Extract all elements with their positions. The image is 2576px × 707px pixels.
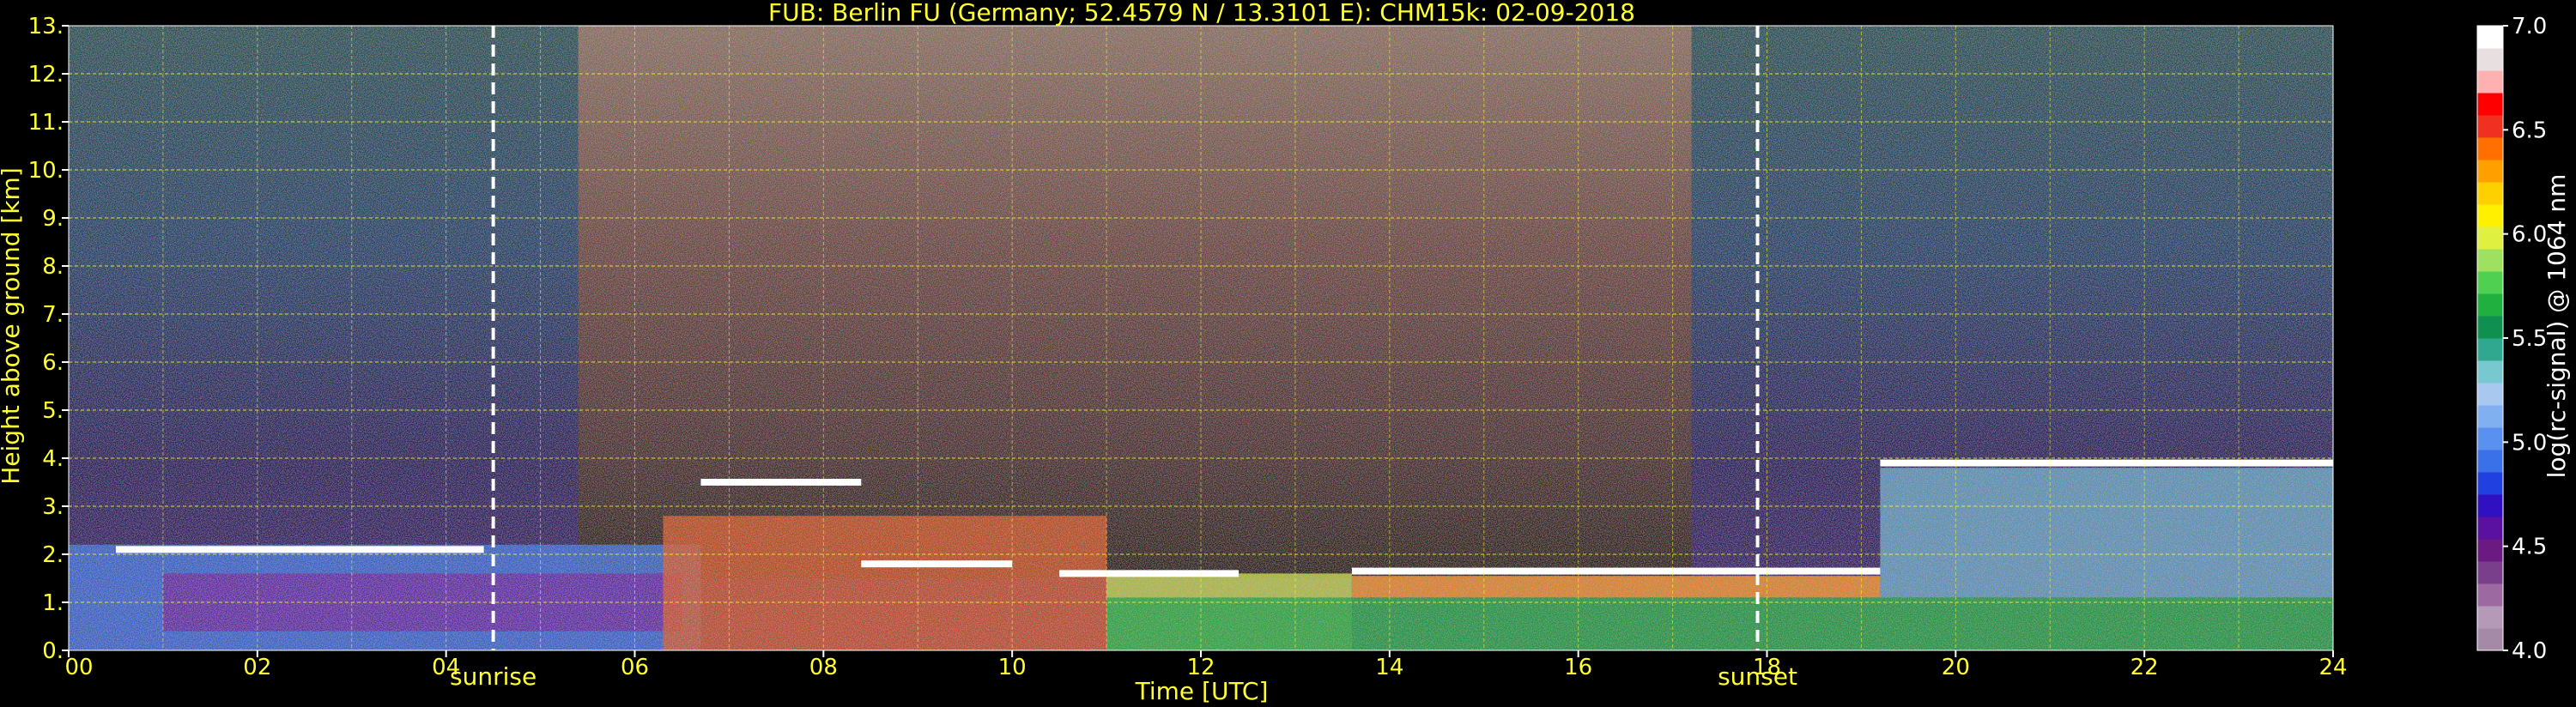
y-tick-label: 11. <box>28 110 64 136</box>
colorbar-label: log(rc-signal) @ 1064 nm <box>2543 174 2571 479</box>
colorbar-swatch <box>2477 227 2503 250</box>
colorbar-swatch <box>2477 70 2503 94</box>
x-tick-label: 04 <box>432 655 460 680</box>
colorbar-swatch <box>2477 606 2503 629</box>
y-tick-label: 3. <box>42 494 64 520</box>
cloud-base-layer <box>115 546 484 553</box>
x-tick-label: 00 <box>64 655 93 680</box>
colorbar: 4.04.55.05.56.06.57.0 <box>2476 14 2547 664</box>
x-tick-label: 02 <box>243 655 271 680</box>
cloud-base-layer <box>1059 570 1239 577</box>
colorbar-swatch <box>2477 271 2503 294</box>
colorbar-swatch <box>2477 628 2503 651</box>
sunrise-label: sunrise <box>450 662 536 691</box>
y-tick-label: 0. <box>42 638 64 664</box>
x-axis-ticks: 00 02 04 06 08 10 12 14 16 18 20 22 24 <box>64 650 2348 680</box>
y-tick-label: 12. <box>28 62 64 88</box>
y-axis-ticks: 0. 1. 2. 3. 4. 5. 6. 7. 8. 9. 10. 11. 12. 13. <box>28 14 69 664</box>
x-tick-label: 16 <box>1564 655 1592 680</box>
colorbar-swatch <box>2477 137 2503 160</box>
x-tick-label: 06 <box>621 655 649 680</box>
y-tick-label: 2. <box>42 542 64 568</box>
colorbar-swatch <box>2477 48 2503 71</box>
colorbar-swatch <box>2477 204 2503 227</box>
colorbar-tick-label: 6.5 <box>2512 118 2547 143</box>
y-tick-label: 8. <box>42 254 64 280</box>
lidar-backscatter-chart: sunrise sunset 0. 1. 2. 3. 4. 5. 6. 7. 8. 9. 10. 11.… <box>0 0 2571 705</box>
colorbar-swatch <box>2477 93 2503 116</box>
x-tick-label: 10 <box>998 655 1027 680</box>
y-tick-label: 6. <box>42 350 64 376</box>
plot-area: sunrise sunset <box>68 25 2334 691</box>
y-tick-label: 10. <box>28 158 64 184</box>
x-tick-label: 18 <box>1753 655 1781 680</box>
colorbar-swatch <box>2477 115 2503 138</box>
y-axis-label: Height above ground [km] <box>0 167 25 485</box>
cloud-base-layer <box>700 479 862 486</box>
colorbar-swatch <box>2477 160 2503 183</box>
y-tick-label: 9. <box>42 206 64 232</box>
colorbar-swatch <box>2477 583 2503 607</box>
colorbar-swatch <box>2477 427 2503 450</box>
cloud-base-layer <box>861 560 1013 568</box>
x-tick-label: 08 <box>809 655 838 680</box>
x-tick-label: 14 <box>1375 655 1403 680</box>
y-tick-label: 4. <box>42 446 64 472</box>
cloud-base-layer <box>1880 459 2333 467</box>
y-tick-label: 7. <box>42 302 64 328</box>
colorbar-swatch <box>2477 249 2503 272</box>
colorbar-tick-label: 7.0 <box>2512 14 2547 39</box>
colorbar-swatch <box>2477 539 2503 562</box>
y-tick-label: 5. <box>42 398 64 424</box>
x-tick-label: 20 <box>1942 655 1970 680</box>
x-axis-label: Time [UTC] <box>1135 677 1269 705</box>
colorbar-tick-label: 4.0 <box>2512 638 2547 664</box>
y-tick-label: 1. <box>42 590 64 616</box>
colorbar-swatch <box>2477 405 2503 428</box>
cloud-base-layer <box>1351 567 1881 575</box>
colorbar-swatch <box>2477 383 2503 406</box>
colorbar-swatch <box>2477 561 2503 584</box>
x-tick-label: 22 <box>2131 655 2159 680</box>
colorbar-swatch <box>2477 338 2503 361</box>
colorbar-swatch <box>2477 26 2503 49</box>
colorbar-swatch <box>2477 494 2503 517</box>
x-tick-label: 24 <box>2318 655 2347 680</box>
colorbar-swatch <box>2477 293 2503 317</box>
colorbar-swatch <box>2477 360 2503 384</box>
colorbar-swatch <box>2477 450 2503 473</box>
colorbar-swatch <box>2477 517 2503 540</box>
colorbar-swatch <box>2477 182 2503 205</box>
colorbar-swatch <box>2477 316 2503 339</box>
colorbar-swatch <box>2477 472 2503 495</box>
colorbar-tick-label: 4.5 <box>2512 535 2547 560</box>
y-tick-label: 13. <box>28 14 64 39</box>
chart-title: FUB: Berlin FU (Germany; 52.4579 N / 13.… <box>768 0 1635 27</box>
